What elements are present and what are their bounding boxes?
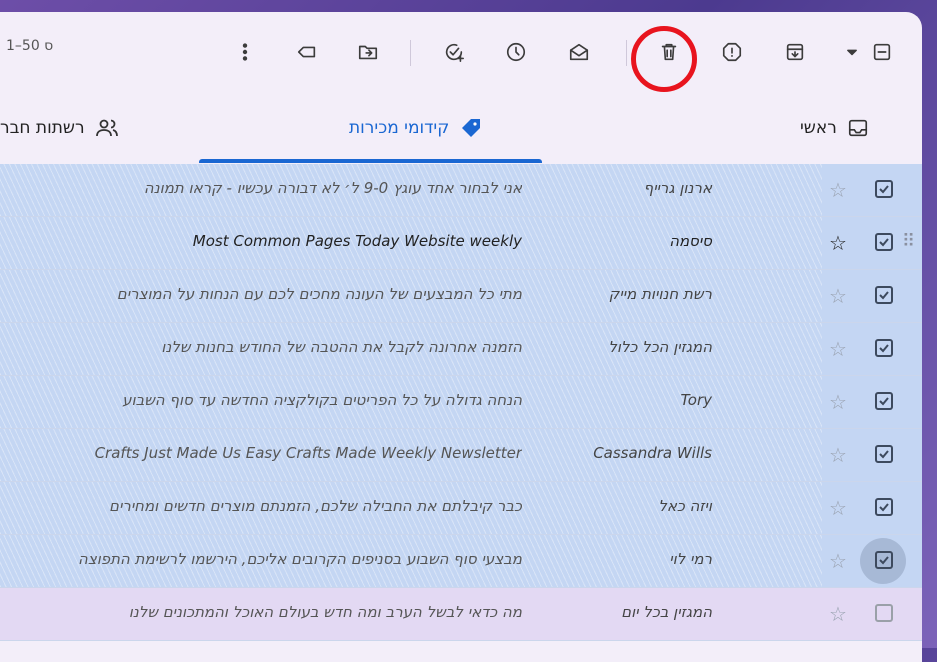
row-checkbox[interactable]: [875, 286, 893, 304]
email-subject: הנחה גדולה על כל הפריטים בקולקציה החדשה …: [122, 391, 522, 409]
toolbar-divider: [410, 40, 411, 66]
star-icon[interactable]: ☆: [829, 390, 847, 414]
email-row-body[interactable]: מה כדאי לבשל הערב ומה חדש בעולם האוכל וה…: [0, 588, 822, 640]
row-controls: ☆: [822, 164, 922, 216]
email-sender: ויזה כאל: [658, 497, 712, 515]
email-sender: Tory: [680, 391, 712, 409]
mark-as-read-icon[interactable]: [563, 36, 595, 68]
row-controls: ☆: [822, 535, 922, 587]
email-subject: Most Common Pages Today Website weekly: [192, 232, 522, 250]
email-row-body[interactable]: כבר קיבלתם את החבילה שלכם, הזמנתם מוצרים…: [0, 482, 822, 534]
select-dropdown-icon[interactable]: [842, 36, 862, 68]
email-row-body[interactable]: הנחה גדולה על כל הפריטים בקולקציה החדשה …: [0, 376, 822, 428]
email-subject: מבצעי סוף השבוע בסניפים הקרובים אליכם, ה…: [78, 550, 522, 568]
tab-promotions-label: קידומי מכירות: [349, 118, 450, 138]
move-to-icon[interactable]: [352, 36, 384, 68]
email-subject: מתי כל המבצעים של העונה מחכים לכם עם הנח…: [116, 285, 522, 303]
toolbar-divider: [626, 40, 627, 66]
select-all-checkbox-icon[interactable]: [866, 36, 898, 68]
row-checkbox[interactable]: [875, 233, 893, 251]
email-row[interactable]: הנחה גדולה על כל הפריטים בקולקציה החדשה …: [0, 376, 922, 429]
email-row[interactable]: אני לבחור אחד עוגץ 9-0 ל׳ לא דבורה עכשיו…: [0, 164, 922, 217]
email-subject: כבר קיבלתם את החבילה שלכם, הזמנתם מוצרים…: [109, 497, 522, 515]
email-sender: רשת חנויות מייק: [608, 285, 712, 303]
row-checkbox[interactable]: [875, 551, 893, 569]
email-row[interactable]: Most Common Pages Today Website weekly ס…: [0, 217, 922, 270]
email-row-body[interactable]: מתי כל המבצעים של העונה מחכים לכם עם הנח…: [0, 270, 822, 322]
tab-social[interactable]: רשתות חבר: [0, 94, 119, 162]
email-row[interactable]: Crafts Just Made Us Easy Crafts Made Wee…: [0, 429, 922, 482]
star-icon[interactable]: ☆: [829, 602, 847, 626]
email-row[interactable]: מתי כל המבצעים של העונה מחכים לכם עם הנח…: [0, 270, 922, 323]
email-row-body[interactable]: אני לבחור אחד עוגץ 9-0 ל׳ לא דבורה עכשיו…: [0, 164, 822, 216]
star-icon[interactable]: ☆: [829, 496, 847, 520]
tag-icon: [462, 119, 481, 137]
email-row[interactable]: מה כדאי לבשל הערב ומה חדש בעולם האוכל וה…: [0, 588, 922, 641]
email-sender: המגזין הכל כלול: [608, 338, 712, 356]
email-subject: Crafts Just Made Us Easy Crafts Made Wee…: [94, 444, 522, 462]
row-controls: ☆: [822, 376, 922, 428]
row-controls: ☆: [822, 482, 922, 534]
row-controls: ☆: [822, 429, 922, 481]
toolbar: 1–50 ס: [0, 12, 922, 92]
email-row[interactable]: מבצעי סוף השבוע בסניפים הקרובים אליכם, ה…: [0, 535, 922, 588]
row-controls: ☆: [822, 323, 922, 375]
row-checkbox[interactable]: [875, 498, 893, 516]
email-row-body[interactable]: Crafts Just Made Us Easy Crafts Made Wee…: [0, 429, 822, 481]
email-sender: סיסמה: [669, 232, 712, 250]
highlight-circle: [631, 26, 697, 92]
email-row-body[interactable]: Most Common Pages Today Website weekly ס…: [0, 217, 822, 269]
email-subject: הזמנה אחרונה לקבל את ההטבה של החודש בחנו…: [161, 338, 522, 356]
email-row[interactable]: הזמנה אחרונה לקבל את ההטבה של החודש בחנו…: [0, 323, 922, 376]
tab-primary[interactable]: ראשי: [800, 94, 869, 162]
people-icon: [95, 119, 118, 137]
star-icon[interactable]: ☆: [829, 284, 847, 308]
row-checkbox[interactable]: [875, 392, 893, 410]
row-controls: ☆ ⠿: [822, 217, 922, 269]
star-icon[interactable]: ☆: [829, 549, 847, 573]
mail-panel: 1–50 ס ראשי קידומי מכירות רשתות חבר אני …: [0, 12, 922, 662]
report-spam-icon[interactable]: [716, 36, 748, 68]
email-row[interactable]: כבר קיבלתם את החבילה שלכם, הזמנתם מוצרים…: [0, 482, 922, 535]
row-controls: ☆: [822, 588, 922, 640]
tab-primary-label: ראשי: [800, 118, 837, 138]
active-tab-indicator: [199, 159, 542, 163]
email-subject: מה כדאי לבשל הערב ומה חדש בעולם האוכל וה…: [128, 603, 522, 621]
row-checkbox[interactable]: [875, 180, 893, 198]
add-to-tasks-icon[interactable]: [438, 36, 470, 68]
email-sender: Cassandra Wills: [593, 444, 712, 462]
snooze-icon[interactable]: [500, 36, 532, 68]
row-controls: ☆: [822, 270, 922, 322]
label-icon[interactable]: [291, 36, 323, 68]
tab-promotions[interactable]: קידומי מכירות: [349, 94, 483, 162]
more-icon[interactable]: [229, 36, 261, 68]
email-sender: ארנון גרייף: [643, 179, 712, 197]
category-tabs: ראשי קידומי מכירות רשתות חבר: [0, 94, 922, 162]
row-checkbox[interactable]: [875, 604, 893, 622]
page-range: 1–50 ס: [6, 38, 54, 54]
star-icon[interactable]: ☆: [829, 443, 847, 467]
email-list: אני לבחור אחד עוגץ 9-0 ל׳ לא דבורה עכשיו…: [0, 164, 922, 641]
star-icon[interactable]: ☆: [829, 231, 847, 255]
drag-handle-icon[interactable]: ⠿: [902, 231, 915, 252]
email-sender: רמי לוי: [669, 550, 712, 568]
inbox-icon: [848, 119, 867, 137]
star-icon[interactable]: ☆: [829, 178, 847, 202]
row-checkbox[interactable]: [875, 339, 893, 357]
email-row-body[interactable]: מבצעי סוף השבוע בסניפים הקרובים אליכם, ה…: [0, 535, 822, 587]
archive-icon[interactable]: [779, 36, 811, 68]
email-row-body[interactable]: הזמנה אחרונה לקבל את ההטבה של החודש בחנו…: [0, 323, 822, 375]
row-checkbox[interactable]: [875, 445, 893, 463]
star-icon[interactable]: ☆: [829, 337, 847, 361]
email-subject: אני לבחור אחד עוגץ 9-0 ל׳ לא דבורה עכשיו…: [143, 179, 522, 197]
tab-social-label: רשתות חבר: [0, 118, 85, 138]
email-sender: המגזין בכל יום: [621, 603, 712, 621]
